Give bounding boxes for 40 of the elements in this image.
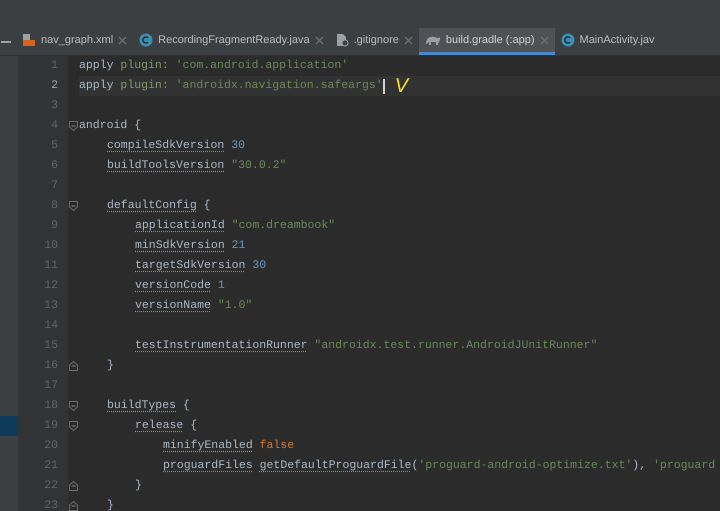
code-line: } xyxy=(135,478,142,494)
fold-icon[interactable] xyxy=(69,201,78,211)
code-line: proguardFiles getDefaultProguardFile('proguard-android-optimize.txt'), 'proguard xyxy=(163,458,716,474)
editor-tab[interactable]: MainActivity.jav xyxy=(554,28,661,55)
code-line: buildTypes { xyxy=(107,398,190,414)
minimize-icon[interactable] xyxy=(1,40,11,42)
code-line: versionName "1.0" xyxy=(135,298,252,314)
fold-icon[interactable] xyxy=(69,361,78,371)
editor-tab[interactable]: RecordingFragmentReady.java xyxy=(133,28,330,55)
code-line: targetSdkVersion 30 xyxy=(135,258,266,274)
code-line: } xyxy=(107,358,114,374)
code-line: compileSdkVersion 30 xyxy=(107,138,246,154)
file-icon xyxy=(22,33,36,47)
code-line: } xyxy=(107,498,114,511)
editor-tab[interactable]: .gitignore xyxy=(330,28,419,55)
line-number: 2 xyxy=(51,78,58,94)
code-line: versionCode 1 xyxy=(135,278,225,294)
code-line: apply plugin: 'androidx.navigation.safeargs' xyxy=(79,78,383,94)
elephant-icon xyxy=(424,34,441,46)
code-line: defaultConfig { xyxy=(107,198,211,214)
class-icon xyxy=(139,33,154,47)
code-line: buildToolsVersion "30.0.2" xyxy=(107,158,286,174)
fold-icon[interactable] xyxy=(69,481,78,491)
code-line: testInstrumentationRunner "androidx.test.runner.AndroidJUnitRunner" xyxy=(135,338,598,354)
editor-tab[interactable]: build.gradle (:app) xyxy=(418,28,555,55)
code-line: applicationId "com.dreambook" xyxy=(135,218,336,234)
file-icon xyxy=(336,33,349,47)
fold-icon[interactable] xyxy=(69,501,78,511)
fold-icon[interactable] xyxy=(69,121,78,131)
editor-tab[interactable]: nav_graph.xml xyxy=(16,28,134,55)
code-line: release { xyxy=(135,418,198,434)
code-line: android { xyxy=(79,118,142,134)
annotation-mark: V xyxy=(394,76,408,96)
fold-icon[interactable] xyxy=(69,421,78,431)
class-icon xyxy=(560,33,575,47)
text-cursor xyxy=(382,78,385,94)
code-line: minifyEnabled false xyxy=(163,438,294,454)
code-line: apply plugin: 'com.android.application' xyxy=(79,58,348,74)
fold-icon[interactable] xyxy=(69,401,78,411)
code-line: minSdkVersion 21 xyxy=(135,238,246,254)
